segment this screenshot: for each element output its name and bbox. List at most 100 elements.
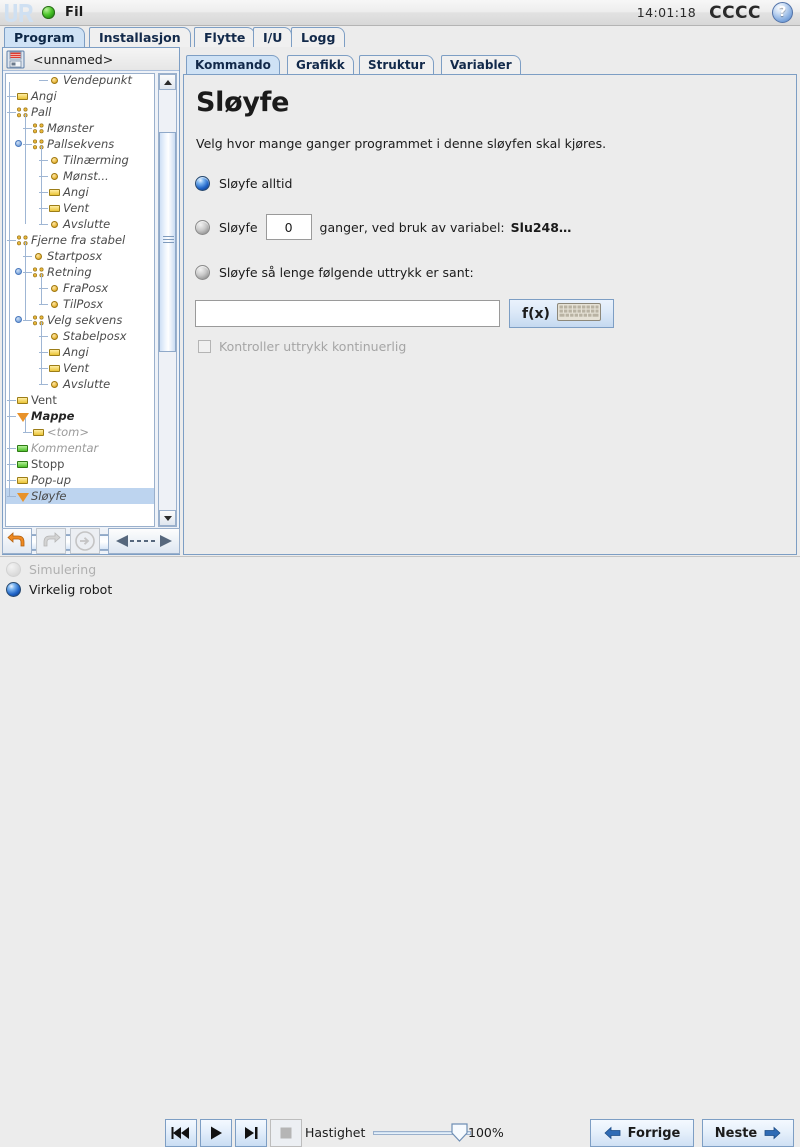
tree-node[interactable]: Sløyfe bbox=[5, 488, 154, 504]
next-button-label: Neste bbox=[714, 1125, 758, 1141]
tree-node[interactable]: Vent bbox=[6, 392, 154, 408]
scroll-thumb[interactable] bbox=[159, 132, 176, 352]
tree-node[interactable]: Mønster bbox=[6, 120, 154, 136]
main-tab-bar: Program Installasjon Flytte I/U Logg bbox=[0, 26, 800, 47]
tree-node[interactable]: Pall bbox=[5, 104, 154, 120]
move-node-handle[interactable] bbox=[108, 528, 180, 554]
continuous-checkbox[interactable] bbox=[198, 340, 211, 353]
tree-node[interactable]: Vent bbox=[6, 360, 154, 376]
radio-loop-expression-icon[interactable] bbox=[195, 265, 210, 280]
tree-node[interactable]: Stabelposx bbox=[6, 328, 154, 344]
option-loop-forever[interactable]: Sløyfe alltid bbox=[195, 176, 796, 191]
expression-input[interactable] bbox=[195, 300, 500, 327]
command-rect-icon bbox=[48, 203, 61, 214]
radio-real-robot-icon[interactable] bbox=[6, 581, 21, 597]
option-loop-expression-label: Sløyfe så lenge følgende uttrykk er sant… bbox=[219, 265, 474, 280]
expression-editor-button[interactable]: f(x) bbox=[509, 299, 614, 328]
program-header: <unnamed> bbox=[3, 48, 179, 71]
tree-node[interactable]: Pallsekvens bbox=[6, 136, 154, 152]
tree-expander-icon[interactable] bbox=[5, 412, 6, 419]
tree-node-label: Mønster bbox=[47, 121, 94, 135]
tree-node-label: Kommentar bbox=[31, 441, 99, 455]
tree-node[interactable]: Retning bbox=[6, 264, 154, 280]
tree-node[interactable]: Mønst... bbox=[6, 168, 154, 184]
tree-node[interactable]: Velg sekvens bbox=[6, 312, 154, 328]
redo-arrow-icon bbox=[43, 532, 61, 547]
tree-node[interactable]: Startposx bbox=[6, 248, 154, 264]
save-icon[interactable] bbox=[6, 50, 25, 69]
command-rect-green-icon bbox=[16, 459, 29, 470]
tree-node[interactable]: Vendepunkt bbox=[6, 74, 154, 88]
tree-node[interactable]: TilPosx bbox=[6, 296, 154, 312]
tree-expander-icon[interactable] bbox=[15, 140, 22, 147]
speed-label: Hastighet bbox=[305, 1125, 366, 1140]
tree-node-label: Sløyfe bbox=[31, 489, 67, 503]
tree-node-label: Mønst... bbox=[63, 169, 109, 183]
command-rect-icon bbox=[48, 187, 61, 198]
tree-expander-icon[interactable] bbox=[5, 236, 6, 243]
tree-node[interactable]: Stopp bbox=[6, 456, 154, 472]
file-menu[interactable]: Fil bbox=[65, 5, 83, 20]
option-loop-count[interactable]: Sløyfe 0 ganger, ved bruk av variabel: S… bbox=[195, 214, 796, 240]
option-loop-expression[interactable]: Sløyfe så lenge følgende uttrykk er sant… bbox=[195, 265, 796, 280]
fx-label: f(x) bbox=[522, 305, 550, 322]
tree-node[interactable]: Avslutte bbox=[6, 216, 154, 232]
goto-button bbox=[70, 528, 100, 554]
radio-loop-forever-icon[interactable] bbox=[195, 176, 210, 191]
tree-node[interactable]: Angi bbox=[6, 88, 154, 104]
tree-vertical-scrollbar[interactable] bbox=[158, 73, 177, 527]
subtab-kommando[interactable]: Kommando bbox=[186, 55, 280, 74]
tree-node[interactable]: Pop-up bbox=[6, 472, 154, 488]
radio-simulation-icon[interactable] bbox=[6, 561, 21, 577]
tab-logg[interactable]: Logg bbox=[291, 27, 346, 47]
previous-button-label: Forrige bbox=[627, 1125, 681, 1141]
undo-button[interactable] bbox=[2, 528, 32, 554]
tree-expander-icon[interactable] bbox=[15, 316, 22, 323]
tree-node[interactable]: Tilnærming bbox=[6, 152, 154, 168]
tree-node-label: Startposx bbox=[47, 249, 103, 263]
tree-node[interactable]: Kommentar bbox=[6, 440, 154, 456]
subtab-variabler[interactable]: Variabler bbox=[441, 55, 521, 74]
continuous-check-row[interactable]: Kontroller uttrykk kontinuerlig bbox=[198, 339, 796, 354]
previous-button[interactable]: Forrige bbox=[590, 1119, 694, 1147]
tree-node-label: Vent bbox=[63, 201, 90, 215]
tree-node[interactable]: Angi bbox=[6, 344, 154, 360]
tree-expander-icon[interactable] bbox=[15, 268, 22, 275]
scroll-up-button[interactable] bbox=[159, 74, 176, 90]
tab-flytte[interactable]: Flytte bbox=[194, 27, 256, 47]
loop-count-input[interactable]: 0 bbox=[265, 214, 312, 240]
rewind-button[interactable] bbox=[165, 1119, 197, 1147]
pallet-nodes-icon bbox=[32, 266, 45, 278]
tree-node-label: Mappe bbox=[31, 409, 75, 423]
tree-node[interactable]: Vent bbox=[6, 200, 154, 216]
tree-node-label: FraPosx bbox=[63, 281, 109, 295]
program-tree[interactable]: Vendepunkt Angi Pall Mønster Pallsekvens Tiln… bbox=[5, 73, 155, 527]
next-button[interactable]: Neste bbox=[702, 1119, 794, 1147]
folder-triangle-icon bbox=[16, 411, 29, 422]
tab-installasjon[interactable]: Installasjon bbox=[89, 27, 191, 47]
help-icon[interactable]: ? bbox=[772, 2, 793, 23]
command-rect-icon bbox=[48, 363, 61, 374]
tree-node[interactable]: Mappe bbox=[5, 408, 154, 424]
mode-real-robot[interactable]: Virkelig robot bbox=[6, 579, 112, 599]
tree-node-label: TilPosx bbox=[63, 297, 104, 311]
mode-simulation[interactable]: Simulering bbox=[6, 559, 112, 579]
play-button[interactable] bbox=[200, 1119, 232, 1147]
speed-slider-handle[interactable] bbox=[451, 1123, 468, 1142]
step-forward-button[interactable] bbox=[235, 1119, 267, 1147]
radio-loop-count-icon[interactable] bbox=[195, 219, 210, 235]
play-icon bbox=[211, 1126, 222, 1140]
subtab-struktur[interactable]: Struktur bbox=[359, 55, 435, 74]
subtab-grafikk[interactable]: Grafikk bbox=[287, 55, 354, 74]
tab-io[interactable]: I/U bbox=[253, 27, 293, 47]
pallet-nodes-icon bbox=[16, 234, 29, 246]
tree-node[interactable]: <tom> bbox=[6, 424, 154, 440]
tab-program[interactable]: Program bbox=[4, 27, 85, 47]
tree-expander-icon[interactable] bbox=[5, 108, 6, 115]
tree-expander-icon[interactable] bbox=[5, 492, 6, 499]
tree-node[interactable]: FraPosx bbox=[6, 280, 154, 296]
tree-node[interactable]: Fjerne fra stabel bbox=[5, 232, 154, 248]
scroll-down-button[interactable] bbox=[159, 510, 176, 526]
tree-node[interactable]: Avslutte bbox=[6, 376, 154, 392]
tree-node[interactable]: Angi bbox=[6, 184, 154, 200]
